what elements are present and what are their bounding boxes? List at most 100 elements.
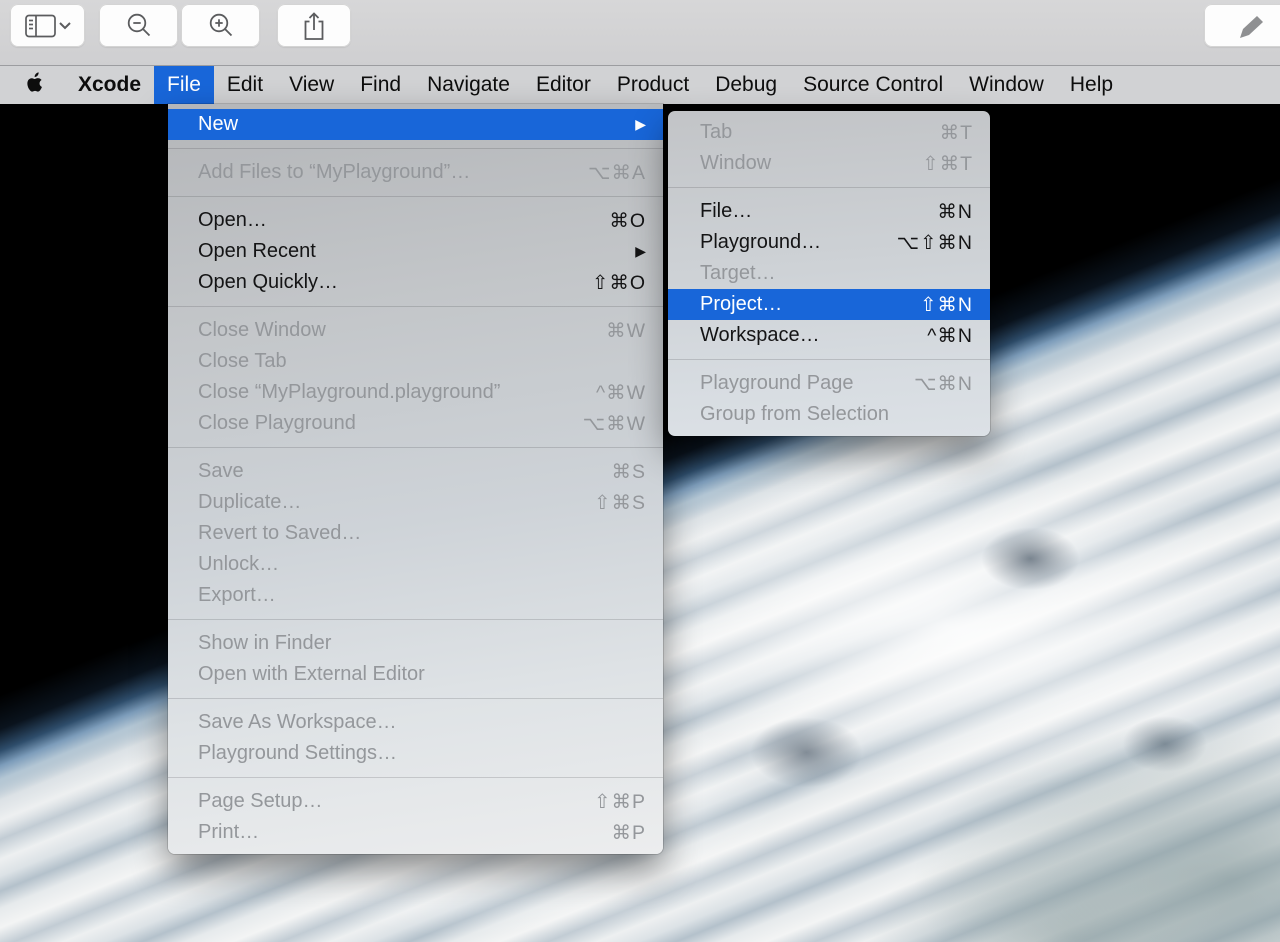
menu-item-label: Tab (700, 121, 732, 144)
share-icon (301, 11, 327, 41)
menubar-item-view[interactable]: View (276, 66, 347, 104)
menu-item-unlock[interactable]: Unlock… (168, 549, 663, 580)
menu-item-playground-settings[interactable]: Playground Settings… (168, 738, 663, 769)
window-toolbar (0, 0, 1280, 66)
menu-item-open[interactable]: Open… ⌘O (168, 205, 663, 236)
menu-item-save-as-workspace[interactable]: Save As Workspace… (168, 707, 663, 738)
menu-shortcut: ⌥⌘N (914, 372, 973, 396)
menu-shortcut: ^⌘N (927, 324, 973, 348)
menu-item-close-window[interactable]: Close Window ⌘W (168, 315, 663, 346)
markup-pen-icon (1233, 9, 1267, 43)
menubar-item-file[interactable]: File (154, 66, 214, 104)
menu-bar: Xcode File Edit View Find Navigate Edito… (0, 66, 1280, 104)
menu-item-label: Save As Workspace… (198, 711, 397, 734)
menu-item-print[interactable]: Print… ⌘P (168, 817, 663, 848)
new-submenu: Tab ⌘T Window ⇧⌘T File… ⌘N Playground… ⌥… (668, 111, 990, 436)
zoom-in-icon (207, 12, 235, 40)
menu-separator (668, 359, 990, 360)
menubar-item-window[interactable]: Window (956, 66, 1057, 104)
markup-button[interactable] (1204, 4, 1280, 47)
menu-item-export[interactable]: Export… (168, 580, 663, 611)
menu-separator (168, 306, 663, 307)
menu-item-label: File… (700, 200, 752, 223)
menu-separator (668, 187, 990, 188)
menubar-item-find[interactable]: Find (347, 66, 414, 104)
menu-item-page-setup[interactable]: Page Setup… ⇧⌘P (168, 786, 663, 817)
menu-item-label: Close Tab (198, 350, 287, 373)
share-button[interactable] (277, 4, 351, 47)
menu-item-label: Open Quickly… (198, 271, 338, 294)
menubar-item-edit[interactable]: Edit (214, 66, 276, 104)
menu-item-label: Show in Finder (198, 632, 331, 655)
menu-item-label: Playground Settings… (198, 742, 397, 765)
desktop-wallpaper: New ▶ Add Files to “MyPlayground”… ⌥⌘A O… (0, 104, 1280, 942)
menu-shortcut: ⌘N (937, 200, 973, 224)
menu-item-label: Group from Selection (700, 403, 889, 426)
zoom-in-button[interactable] (181, 4, 260, 47)
menu-separator (168, 619, 663, 620)
apple-menu[interactable] (23, 66, 53, 104)
menubar-item-help[interactable]: Help (1057, 66, 1126, 104)
submenu-arrow-icon: ▶ (635, 116, 646, 133)
menu-item-label: Revert to Saved… (198, 522, 361, 545)
menubar-item-navigate[interactable]: Navigate (414, 66, 523, 104)
menu-item-close-tab[interactable]: Close Tab (168, 346, 663, 377)
submenu-item-file[interactable]: File… ⌘N (668, 196, 990, 227)
submenu-item-window[interactable]: Window ⇧⌘T (668, 148, 990, 179)
submenu-item-workspace[interactable]: Workspace… ^⌘N (668, 320, 990, 351)
menu-item-label: New (198, 113, 238, 136)
submenu-arrow-icon: ▶ (635, 243, 646, 260)
menu-item-add-files[interactable]: Add Files to “MyPlayground”… ⌥⌘A (168, 157, 663, 188)
menu-item-close-playground-file[interactable]: Close “MyPlayground.playground” ^⌘W (168, 377, 663, 408)
menu-item-new[interactable]: New ▶ (168, 109, 663, 140)
submenu-item-group-from-selection[interactable]: Group from Selection (668, 399, 990, 430)
menubar-item-source-control[interactable]: Source Control (790, 66, 956, 104)
menu-shortcut: ⇧⌘O (592, 271, 646, 295)
menu-item-close-playground[interactable]: Close Playground ⌥⌘W (168, 408, 663, 439)
menu-item-label: Add Files to “MyPlayground”… (198, 161, 470, 184)
menu-shortcut: ⇧⌘N (920, 293, 973, 317)
menu-item-label: Page Setup… (198, 790, 323, 813)
menubar-item-product[interactable]: Product (604, 66, 702, 104)
menu-item-open-with-external-editor[interactable]: Open with External Editor (168, 659, 663, 690)
menu-item-label: Window (700, 152, 771, 175)
menu-separator (168, 447, 663, 448)
menu-item-label: Open Recent (198, 240, 316, 263)
menu-item-open-quickly[interactable]: Open Quickly… ⇧⌘O (168, 267, 663, 298)
file-menu: New ▶ Add Files to “MyPlayground”… ⌥⌘A O… (168, 104, 663, 854)
submenu-item-playground[interactable]: Playground… ⌥⇧⌘N (668, 227, 990, 258)
sidebar-toggle-icon (25, 14, 71, 38)
zoom-out-button[interactable] (99, 4, 178, 47)
menu-item-show-in-finder[interactable]: Show in Finder (168, 628, 663, 659)
menu-shortcut: ⌘W (606, 319, 646, 343)
sidebar-toggle-button[interactable] (10, 4, 85, 47)
menu-shortcut: ⇧⌘S (594, 491, 646, 515)
menubar-item-debug[interactable]: Debug (702, 66, 790, 104)
menu-item-duplicate[interactable]: Duplicate… ⇧⌘S (168, 487, 663, 518)
menu-item-label: Close Window (198, 319, 326, 342)
menu-item-open-recent[interactable]: Open Recent ▶ (168, 236, 663, 267)
menu-shortcut: ⌘P (611, 821, 646, 845)
menubar-item-xcode[interactable]: Xcode (65, 66, 154, 104)
menu-item-label: Project… (700, 293, 782, 316)
menu-item-label: Close “MyPlayground.playground” (198, 381, 500, 404)
menu-shortcut: ⌥⌘A (588, 161, 646, 185)
submenu-item-project[interactable]: Project… ⇧⌘N (668, 289, 990, 320)
menu-item-label: Open with External Editor (198, 663, 425, 686)
menu-shortcut: ⌘S (611, 460, 646, 484)
menubar-item-editor[interactable]: Editor (523, 66, 604, 104)
menu-item-label: Print… (198, 821, 259, 844)
menu-separator (168, 777, 663, 778)
menu-shortcut: ⌘O (609, 209, 646, 233)
menu-separator (168, 148, 663, 149)
submenu-item-playground-page[interactable]: Playground Page ⌥⌘N (668, 368, 990, 399)
menu-item-save[interactable]: Save ⌘S (168, 456, 663, 487)
menu-shortcut: ⌥⌘W (583, 412, 646, 436)
menu-item-label: Target… (700, 262, 776, 285)
submenu-item-tab[interactable]: Tab ⌘T (668, 117, 990, 148)
menu-shortcut: ⌘T (940, 121, 973, 145)
submenu-item-target[interactable]: Target… (668, 258, 990, 289)
menu-item-label: Playground… (700, 231, 821, 254)
menu-item-revert-to-saved[interactable]: Revert to Saved… (168, 518, 663, 549)
menu-item-label: Unlock… (198, 553, 279, 576)
